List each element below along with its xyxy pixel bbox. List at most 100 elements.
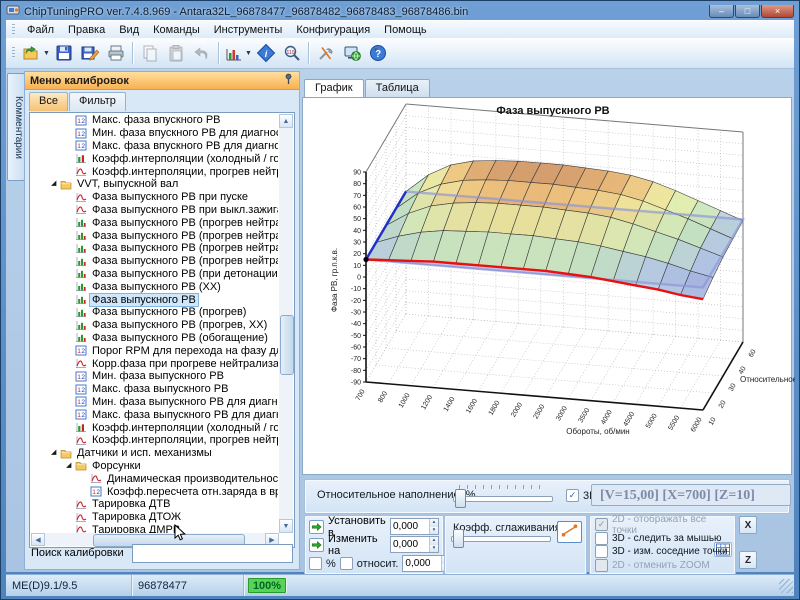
tree-vertical-scrollbar[interactable]: ▲ ▼ [279, 114, 293, 533]
pin-icon[interactable] [283, 73, 294, 88]
tree-item[interactable]: Фаза выпускного РВ (прогрев нейтрал., ХХ… [32, 255, 278, 268]
x-axis-button[interactable]: X [739, 516, 757, 534]
tree-item[interactable]: 12Макс. фаза выпускного РВ [32, 383, 278, 396]
tree-item[interactable]: ◢Датчики и исп. механизмы [32, 447, 278, 460]
tree-item[interactable]: Фаза выпускного РВ (при детонации) [32, 268, 278, 281]
toolbar-button-tools-icon[interactable] [313, 40, 339, 66]
scroll-down-icon[interactable]: ▼ [279, 519, 293, 533]
tree-item[interactable]: Фаза выпускного РВ при пуске [32, 191, 278, 204]
expand-collapse-icon[interactable]: ◢ [66, 462, 75, 470]
toolbar-button-open-icon[interactable]: ▼ [21, 40, 51, 66]
slider-groove[interactable] [451, 536, 551, 542]
tree-item[interactable]: 12Мин. фаза выпускного РВ для диагностик… [32, 396, 278, 409]
spinner-icon[interactable]: ▲▼ [429, 537, 438, 552]
toolbar-button-zoom-percent-icon[interactable]: 110 [279, 40, 305, 66]
tree-item[interactable]: 12Макс. фаза впускного РВ для диагностик… [32, 140, 278, 153]
toolbar-button-connect-icon[interactable] [339, 40, 365, 66]
scroll-up-icon[interactable]: ▲ [279, 114, 293, 128]
menu-item[interactable]: Правка [61, 22, 112, 38]
toolbar-button-info-icon[interactable]: i [253, 40, 279, 66]
menu-item[interactable]: Файл [20, 22, 61, 38]
checkbox-box[interactable] [595, 532, 608, 545]
option-checkbox[interactable]: 3D - следить за мышью [595, 532, 731, 545]
tree-item[interactable]: ◢Форсунки [32, 460, 278, 473]
checkbox-relative[interactable]: относит. [340, 557, 399, 570]
minimize-button[interactable]: – [709, 5, 734, 18]
tab-graph[interactable]: График [304, 79, 364, 97]
toolbar-button-paste-icon [163, 40, 189, 66]
checkbox-3d-box[interactable] [566, 489, 579, 502]
tree-item-label: Макс. фаза впускного РВ для диагностики [90, 140, 278, 152]
toolbar-button-save-edit-icon[interactable] [77, 40, 103, 66]
tree-item[interactable]: 12Порог RPM для перехода на фазу для реж… [32, 344, 278, 357]
tree-item[interactable]: Коэфф.интерполяции, прогрев нейтр. (холо… [32, 434, 278, 447]
tree-item[interactable]: Тарировка ДМРВ [32, 524, 278, 534]
toolbar-button-save-icon[interactable] [51, 40, 77, 66]
tree-item[interactable]: 12Макс. фаза впускного РВ [32, 114, 278, 127]
checkbox-box[interactable] [595, 545, 608, 558]
tree-item[interactable]: Фаза выпускного РВ (прогрев) [32, 306, 278, 319]
chart-multi-icon [75, 422, 87, 433]
tree-item[interactable]: 12Коэфф.пересчета отн.заряда в время впр… [32, 485, 278, 498]
tree-item[interactable]: Фаза выпускного РВ (прогрев, ХХ) [32, 319, 278, 332]
menu-item[interactable]: Конфигурация [289, 22, 377, 38]
slider-handle[interactable] [455, 489, 466, 508]
tree-item-label: Мин. фаза впускного РВ для диагностики [90, 127, 278, 139]
close-button[interactable]: × [761, 5, 794, 18]
menu-item[interactable]: Команды [146, 22, 207, 38]
tree-item[interactable]: Фаза выпускного РВ (прогрев нейтрал., ХХ… [32, 242, 278, 255]
expand-collapse-icon[interactable]: ◢ [51, 180, 60, 188]
tree-item[interactable]: Тарировка ДТОЖ [32, 511, 278, 524]
toolbar-button-compare-charts-icon[interactable]: ▼ [223, 40, 253, 66]
set-value-input[interactable] [391, 519, 429, 534]
option-checkbox[interactable]: 3D - изм. соседние точки [595, 545, 731, 558]
tab-filter[interactable]: Фильтр [69, 92, 126, 111]
menu-item[interactable]: Вид [112, 22, 146, 38]
vscroll-thumb[interactable] [280, 315, 294, 375]
menu-item[interactable]: Помощь [377, 22, 434, 38]
z-axis-button[interactable]: Z [739, 551, 757, 569]
tree-item[interactable]: Фаза выпускного РВ (обогащение) [32, 332, 278, 345]
linearize-button[interactable] [557, 521, 582, 543]
toolbar-overflow-chevron[interactable]: ▾ [374, 46, 378, 54]
resize-grip[interactable] [779, 579, 793, 593]
svg-text:10: 10 [353, 263, 361, 270]
tree-item[interactable]: Фаза выпускного РВ (прогрев нейтрализато… [32, 216, 278, 229]
svg-text:30: 30 [728, 382, 738, 392]
tree-item[interactable]: Корр.фаза при прогреве нейтрализатора [32, 357, 278, 370]
spinner-icon[interactable]: ▲▼ [429, 519, 438, 534]
expand-collapse-icon[interactable]: ◢ [51, 449, 60, 457]
relative-value-input[interactable] [403, 556, 441, 571]
tree-item[interactable]: Фаза выпускного РВ при выкл.зажигания [32, 204, 278, 217]
tree-item[interactable]: Фаза выпускного РВ (ХХ) [32, 280, 278, 293]
slider-groove[interactable] [453, 496, 553, 502]
tree-item[interactable]: Коэфф.интерполяции, прогрев нейтр. (холо… [32, 165, 278, 178]
apply-set-button[interactable] [309, 520, 324, 534]
maximize-button[interactable]: □ [735, 5, 760, 18]
tree-item[interactable]: Фаза выпускного РВ [32, 293, 278, 306]
tree-item[interactable]: Фаза выпускного РВ (прогрев нейтрал., хо… [32, 229, 278, 242]
comments-vertical-tab[interactable]: Комментарии [7, 73, 25, 181]
slider-handle[interactable] [453, 529, 464, 548]
fill-slider[interactable] [453, 490, 553, 508]
tree-item[interactable]: ◢VVT, выпускной вал [32, 178, 278, 191]
smoothing-slider[interactable] [451, 530, 551, 548]
tree-item[interactable]: Тарировка ДТВ [32, 498, 278, 511]
tree-item[interactable]: Коэфф.интерполяции (холодный / горячий ) [32, 421, 278, 434]
change-value-input[interactable] [391, 537, 429, 552]
status-file-id: 96878477 [132, 575, 244, 596]
surface-chart[interactable]: -90-80-70-60-50-40-30-20-100102030405060… [303, 98, 795, 474]
tree-item[interactable]: 12Мин. фаза выпускного РВ [32, 370, 278, 383]
tree-item[interactable]: 12Макс. фаза выпускного РВ для диагности… [32, 408, 278, 421]
tree-item[interactable]: 12Мин. фаза впускного РВ для диагностики [32, 127, 278, 140]
tab-all[interactable]: Все [29, 92, 68, 111]
apply-change-button[interactable] [309, 538, 324, 552]
tree-item[interactable]: Коэфф.интерполяции (холодный / горячий ) [32, 152, 278, 165]
toolbar-button-print-icon[interactable] [103, 40, 129, 66]
checkbox-percent[interactable]: % [309, 557, 336, 570]
menu-item[interactable]: Инструменты [207, 22, 290, 38]
tab-table[interactable]: Таблица [365, 79, 430, 97]
tree-item[interactable]: Динамическая производительность [32, 472, 278, 485]
calibration-search-input[interactable] [132, 544, 293, 563]
folder-icon [60, 448, 72, 459]
